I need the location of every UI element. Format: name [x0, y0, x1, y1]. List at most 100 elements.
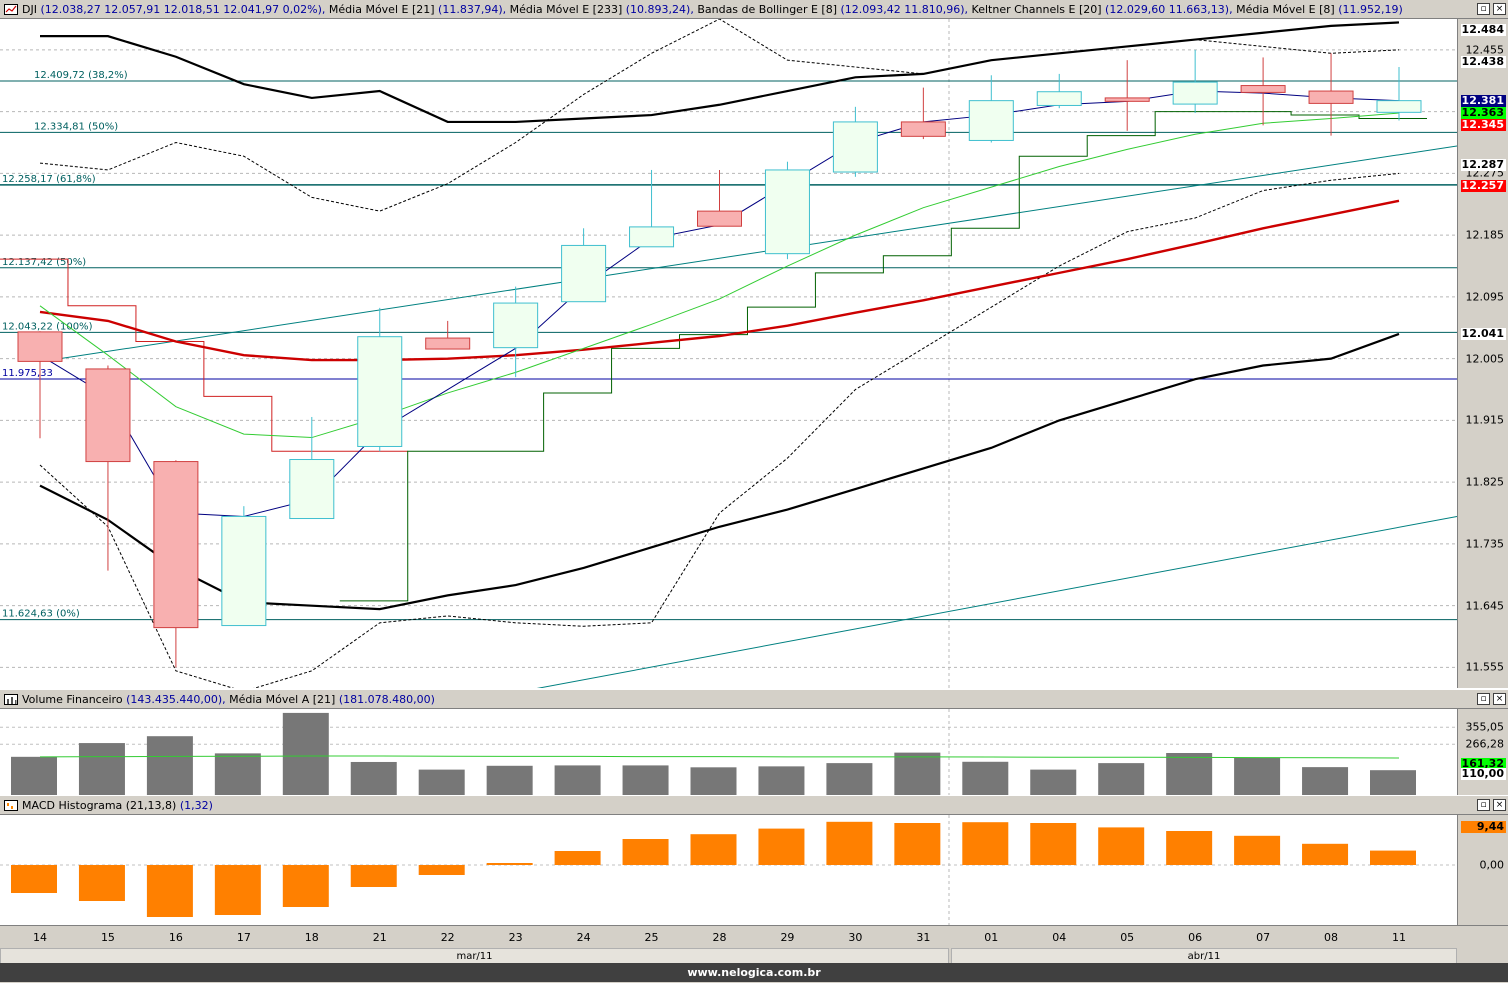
volume-bar: [146, 736, 193, 795]
restore-button[interactable]: ▫: [1477, 3, 1490, 15]
candle-body: [900, 121, 946, 137]
x-tick-label: 16: [168, 931, 183, 944]
main-panel-titlebar: DJI (12.038,27 12.057,91 12.018,51 12.04…: [0, 0, 1508, 19]
candle-body: [697, 210, 742, 227]
macd-bar: [1370, 850, 1416, 865]
price-tag: 12.257: [1461, 178, 1506, 192]
candle-body: [968, 100, 1014, 141]
volume-bar: [554, 765, 601, 795]
volume-bar: [962, 761, 1009, 795]
candle-body: [85, 368, 131, 463]
x-tick-label: 25: [644, 931, 659, 944]
volume-bar: [622, 765, 669, 795]
candle-body: [1308, 90, 1354, 104]
candle-body: [832, 121, 878, 173]
candle-body: [221, 515, 267, 627]
y-tick-label: 355,05: [1465, 720, 1505, 734]
volume-bar: [11, 756, 57, 795]
price-tag: 12.484: [1461, 22, 1506, 36]
macd-panel-titlebar: MACD Histograma (21,13,8) (1,32) ▫ ×: [0, 796, 1508, 815]
fibonacci-label: 11.624,63 (0%): [2, 609, 80, 620]
volume-chart[interactable]: [0, 709, 1457, 795]
volume-title: Volume Financeiro: [22, 693, 123, 706]
chart-icon: [4, 800, 18, 811]
price-tag: 12.381: [1461, 93, 1506, 107]
x-tick-label: 24: [576, 931, 591, 944]
ind-ma8-value: (11.952,19): [1338, 3, 1403, 16]
x-tick-label: 17: [236, 931, 251, 944]
x-tick-label: 29: [780, 931, 795, 944]
close-button[interactable]: ×: [1493, 693, 1506, 705]
candle-body: [289, 459, 335, 520]
macd-bar: [282, 865, 329, 907]
ind-ma21-value: (11.837,94): [438, 3, 503, 16]
close-button[interactable]: ×: [1493, 799, 1506, 811]
macd-chart[interactable]: [0, 815, 1457, 925]
price-tag: 12.287: [1461, 158, 1506, 172]
macd-bar: [962, 822, 1009, 865]
price-tag: 12.363: [1461, 106, 1506, 119]
y-tick-label: 11.825: [1465, 475, 1505, 489]
fibonacci-label: 12.334,81 (50%): [34, 121, 118, 132]
ohlc-values: (12.038,27 12.057,91 12.018,51 12.041,97…: [40, 3, 322, 16]
x-tick-label: 04: [1052, 931, 1067, 944]
volume-bar: [1234, 757, 1281, 795]
candle-body: [1036, 91, 1082, 106]
y-tick-label: 12.095: [1465, 290, 1505, 304]
x-tick-label: 22: [440, 931, 455, 944]
x-tick-label: 30: [848, 931, 863, 944]
candle-body: [1172, 81, 1218, 105]
volume-bar: [1030, 769, 1077, 795]
volume-ma-name: Média Móvel A [21]: [229, 693, 336, 706]
ind-keltner-value: (12.029,60 11.663,13): [1105, 3, 1230, 16]
macd-bar: [1166, 831, 1213, 865]
ind-ma21-name: Média Móvel E [21]: [328, 3, 435, 16]
macd-bar: [486, 863, 533, 865]
volume-bar: [214, 753, 261, 795]
volume-bar: [78, 743, 125, 795]
x-tick-label: 07: [1256, 931, 1271, 944]
volume-panel-titlebar: Volume Financeiro (143.435.440,00), Médi…: [0, 690, 1508, 709]
chart-icon: [4, 4, 18, 15]
close-button[interactable]: ×: [1493, 3, 1506, 15]
fibonacci-label: 12.409,72 (38,2%): [34, 70, 128, 81]
x-tick-label: 11: [1392, 931, 1406, 944]
x-tick-label: 14: [33, 931, 47, 944]
fibonacci-label: 12.258,17 (61,8%): [2, 174, 96, 185]
volume-bar: [350, 761, 397, 795]
candle-body: [1376, 100, 1422, 113]
macd-bar: [11, 865, 57, 893]
ind-ma8-name: Média Móvel E [8]: [1236, 3, 1335, 16]
ma8-line: [39, 112, 1400, 439]
volume-axis: 355,05 266,28: [1457, 709, 1508, 795]
ind-keltner-name: Keltner Channels E [20]: [971, 3, 1102, 16]
x-tick-label: 05: [1120, 931, 1135, 944]
volume-bar: [826, 763, 873, 795]
restore-button[interactable]: ▫: [1477, 693, 1490, 705]
price-chart[interactable]: 12.409,72 (38,2%) 12.334,81 (50%) 12.258,1…: [0, 19, 1457, 688]
volume-bar: [1302, 767, 1349, 795]
x-tick-label: 15: [100, 931, 115, 944]
restore-button[interactable]: ▫: [1477, 799, 1490, 811]
candle-body: [561, 244, 607, 303]
x-tick-label: 31: [916, 931, 931, 944]
x-tick-label: 18: [304, 931, 319, 944]
macd-bar: [1098, 827, 1145, 865]
y-tick-label: 12.005: [1465, 352, 1505, 366]
macd-bar: [554, 851, 601, 865]
x-tick-label: 08: [1324, 931, 1339, 944]
y-tick-label: 11.555: [1465, 660, 1505, 674]
x-tick-label: 23: [508, 931, 523, 944]
macd-bar: [1234, 835, 1281, 865]
macd-bar: [894, 823, 941, 865]
fibonacci-label: 12.043,22 (100%): [2, 321, 93, 332]
macd-value: (1,32): [179, 799, 213, 812]
volume-bar: [418, 769, 465, 795]
price-tag: 12.345: [1461, 118, 1506, 132]
footer-website: www.nelogica.com.br: [0, 963, 1508, 982]
macd-bar: [418, 865, 465, 875]
macd-bar: [350, 865, 397, 887]
candle-body: [357, 336, 403, 447]
ind-ma233-name: Média Móvel E [233]: [509, 3, 623, 16]
candle-body: [629, 226, 675, 248]
